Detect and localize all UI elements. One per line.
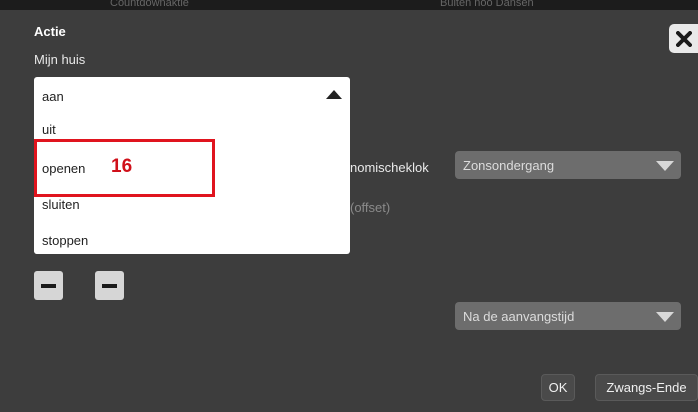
minus-icon: [102, 283, 117, 288]
timing-select[interactable]: Na de aanvangstijd: [455, 302, 681, 330]
dropdown-option-sluiten[interactable]: sluiten: [42, 197, 80, 212]
background-header-right-text: Buiten noo Dansen: [440, 0, 534, 9]
ok-button[interactable]: OK: [541, 374, 575, 401]
chevron-up-icon[interactable]: [326, 90, 342, 99]
annotation-badge: 16: [111, 156, 133, 177]
minus-icon: [41, 283, 56, 288]
dialog-title: Actie: [34, 24, 66, 39]
dropdown-selected-value: aan: [42, 89, 64, 104]
background-header-left-text: Countdownaktie: [110, 0, 189, 9]
astro-event-select[interactable]: Zonsondergang: [455, 151, 681, 179]
force-end-button[interactable]: Zwangs-Ende: [595, 374, 698, 401]
decrement-button-right[interactable]: [95, 271, 124, 300]
chevron-down-icon: [656, 312, 674, 322]
action-dialog: Actie Mijn huis nomischeklok Zonsonderga…: [0, 10, 698, 412]
chevron-down-icon: [656, 161, 674, 171]
timing-value: Na de aanvangstijd: [463, 309, 575, 324]
close-icon: [675, 30, 692, 47]
dialog-subtitle: Mijn huis: [34, 52, 86, 67]
astro-event-value: Zonsondergang: [463, 158, 555, 173]
decrement-button-left[interactable]: [34, 271, 63, 300]
dropdown-option-uit[interactable]: uit: [42, 122, 56, 137]
background-header: Countdownaktie Buiten noo Dansen: [0, 0, 698, 10]
close-button[interactable]: [669, 24, 698, 53]
astro-clock-label: nomischeklok: [350, 160, 429, 175]
dropdown-option-stoppen[interactable]: stoppen: [42, 233, 88, 248]
offset-label: (offset): [350, 200, 391, 215]
